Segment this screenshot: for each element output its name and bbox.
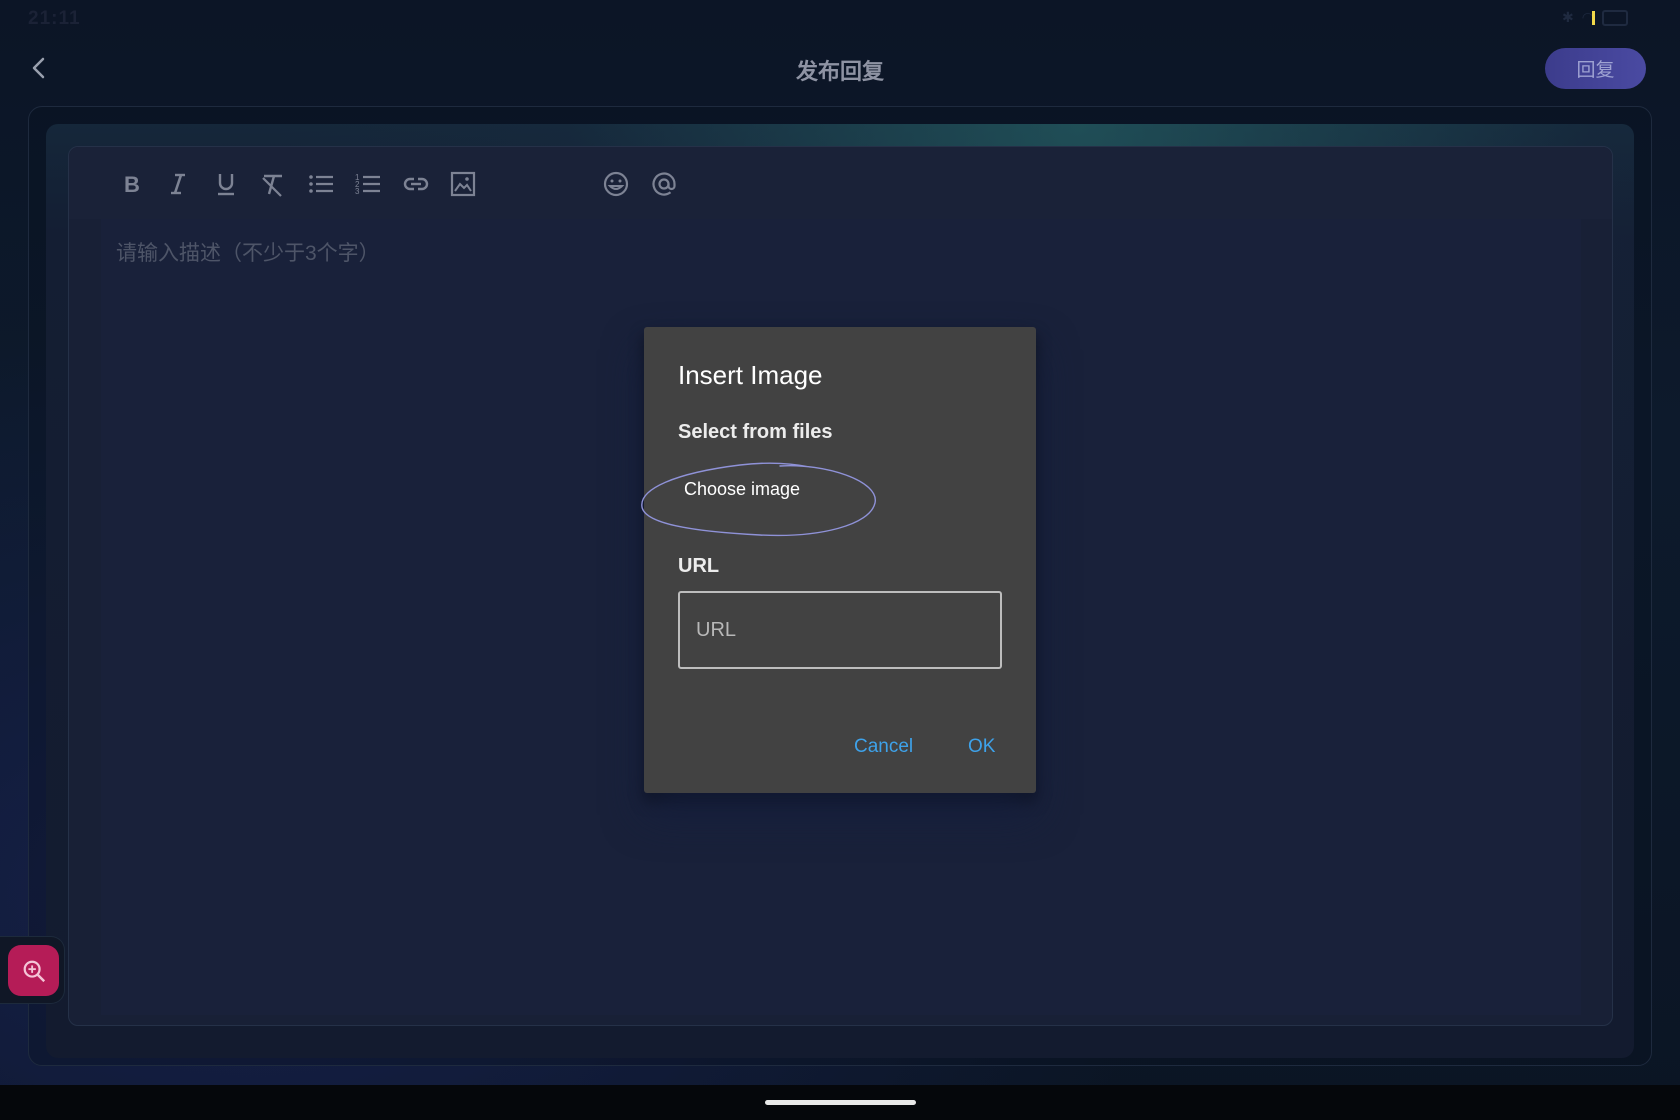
bullet-list-icon <box>309 175 333 193</box>
italic-icon <box>171 173 185 195</box>
status-bar: 21:11 ✱ ◠ <box>0 0 1680 36</box>
url-label: URL <box>678 555 720 577</box>
status-time: 21:11 <box>28 8 81 29</box>
underline-button[interactable] <box>209 167 243 201</box>
emoji-button[interactable] <box>599 167 633 201</box>
zoom-button[interactable] <box>8 945 59 996</box>
italic-button[interactable] <box>161 167 195 201</box>
choose-image-button[interactable]: Choose image <box>684 479 800 500</box>
battery-icon <box>1592 9 1628 26</box>
zoom-in-icon <box>23 960 45 982</box>
bold-button[interactable]: B <box>114 167 148 201</box>
mention-button[interactable] <box>647 167 681 201</box>
numbered-list-button[interactable]: 123 <box>351 167 385 201</box>
home-indicator[interactable] <box>765 1100 916 1105</box>
floating-tool-dock <box>0 936 65 1004</box>
clear-format-icon <box>262 174 282 197</box>
svg-text:B: B <box>124 172 140 197</box>
cancel-button[interactable]: Cancel <box>848 735 919 759</box>
bold-icon: B <box>124 172 140 197</box>
image-icon <box>450 171 476 197</box>
clear-format-button[interactable] <box>256 167 290 201</box>
editor-toolbar: B 123 <box>69 147 1612 219</box>
reply-button[interactable]: 回复 <box>1545 48 1646 89</box>
page-title: 发布回复 <box>795 59 884 84</box>
ok-button[interactable]: OK <box>962 735 1001 759</box>
link-icon <box>403 177 429 191</box>
select-from-files-label: Select from files <box>678 421 833 443</box>
emoji-icon <box>603 171 629 197</box>
insert-image-button[interactable] <box>446 167 480 201</box>
bluetooth-icon: ✱ <box>1562 9 1574 25</box>
svg-text:3: 3 <box>355 187 360 196</box>
numbered-list-icon: 123 <box>355 173 380 196</box>
insert-image-dialog: Insert Image Select from files Choose im… <box>641 327 1036 793</box>
top-bar: 发布回复 回复 <box>0 40 1680 96</box>
bullet-list-button[interactable] <box>304 167 338 201</box>
mention-icon <box>652 172 676 196</box>
link-button[interactable] <box>399 167 433 201</box>
dialog-title: Insert Image <box>678 360 823 390</box>
editor-placeholder: 请输入描述（不少于3个字） <box>116 242 380 265</box>
underline-icon <box>218 174 234 196</box>
status-icons: ✱ ◠ <box>1562 9 1628 26</box>
url-input[interactable] <box>678 591 1002 669</box>
navigation-bar <box>0 1085 1680 1120</box>
